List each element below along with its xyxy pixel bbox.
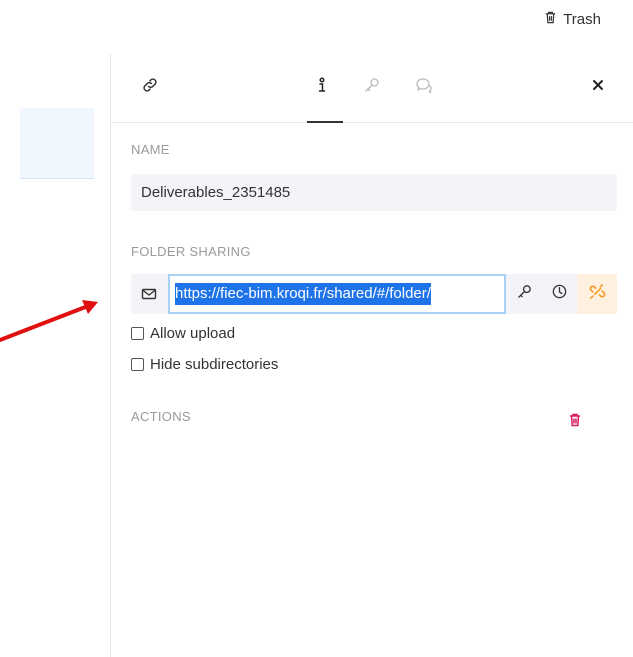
key-icon bbox=[363, 76, 381, 99]
folder-name-field[interactable]: Deliverables_2351485 bbox=[131, 174, 617, 211]
share-url-selected-text: https://fiec-bim.kroqi.fr/shared/#/folde… bbox=[175, 283, 431, 305]
hide-subdirectories-checkbox-box[interactable] bbox=[131, 358, 144, 371]
info-icon bbox=[313, 76, 331, 99]
mail-icon bbox=[140, 288, 158, 307]
trash-link[interactable]: Trash bbox=[543, 10, 601, 29]
tab-comments[interactable] bbox=[413, 76, 435, 98]
selected-row-background bbox=[20, 108, 94, 179]
share-link-row: https://fiec-bim.kroqi.fr/shared/#/folde… bbox=[131, 274, 617, 314]
allow-upload-label: Allow upload bbox=[150, 325, 236, 342]
share-url-input[interactable]: https://fiec-bim.kroqi.fr/shared/#/folde… bbox=[168, 274, 506, 314]
allow-upload-checkbox-box[interactable] bbox=[131, 327, 144, 340]
close-panel-button[interactable] bbox=[587, 76, 609, 98]
close-icon bbox=[589, 76, 607, 99]
hide-subdirectories-label: Hide subdirectories bbox=[150, 356, 279, 373]
remove-share-link-button[interactable] bbox=[577, 274, 617, 314]
trash-icon bbox=[567, 412, 583, 433]
chat-icon bbox=[415, 76, 433, 99]
folder-name-value: Deliverables_2351485 bbox=[141, 184, 291, 201]
allow-upload-checkbox[interactable]: Allow upload bbox=[131, 325, 235, 342]
name-section-label: NAME bbox=[131, 142, 170, 157]
delete-folder-button[interactable] bbox=[565, 412, 585, 432]
key-icon bbox=[516, 283, 533, 305]
active-tab-indicator bbox=[307, 121, 343, 123]
sharing-section-label: FOLDER SHARING bbox=[131, 244, 251, 259]
share-password-button[interactable] bbox=[514, 284, 534, 304]
send-email-button[interactable] bbox=[140, 285, 158, 303]
unlink-icon bbox=[589, 283, 606, 305]
details-panel: NAME Deliverables_2351485 FOLDER SHARING… bbox=[110, 54, 633, 657]
link-icon bbox=[141, 76, 159, 99]
clock-icon bbox=[551, 283, 568, 305]
tab-permissions[interactable] bbox=[361, 76, 383, 98]
panel-tabs bbox=[111, 54, 633, 123]
trash-icon bbox=[543, 10, 558, 29]
actions-section-label: ACTIONS bbox=[131, 409, 191, 424]
tab-share-link[interactable] bbox=[139, 76, 161, 98]
share-expiry-button[interactable] bbox=[549, 284, 569, 304]
annotation-arrow-icon bbox=[0, 300, 98, 342]
page: Trash NAME Deliverables_2351485 FOLDER S… bbox=[0, 0, 633, 657]
hide-subdirectories-checkbox[interactable]: Hide subdirectories bbox=[131, 356, 278, 373]
tab-info[interactable] bbox=[311, 76, 333, 98]
trash-label: Trash bbox=[563, 11, 601, 28]
